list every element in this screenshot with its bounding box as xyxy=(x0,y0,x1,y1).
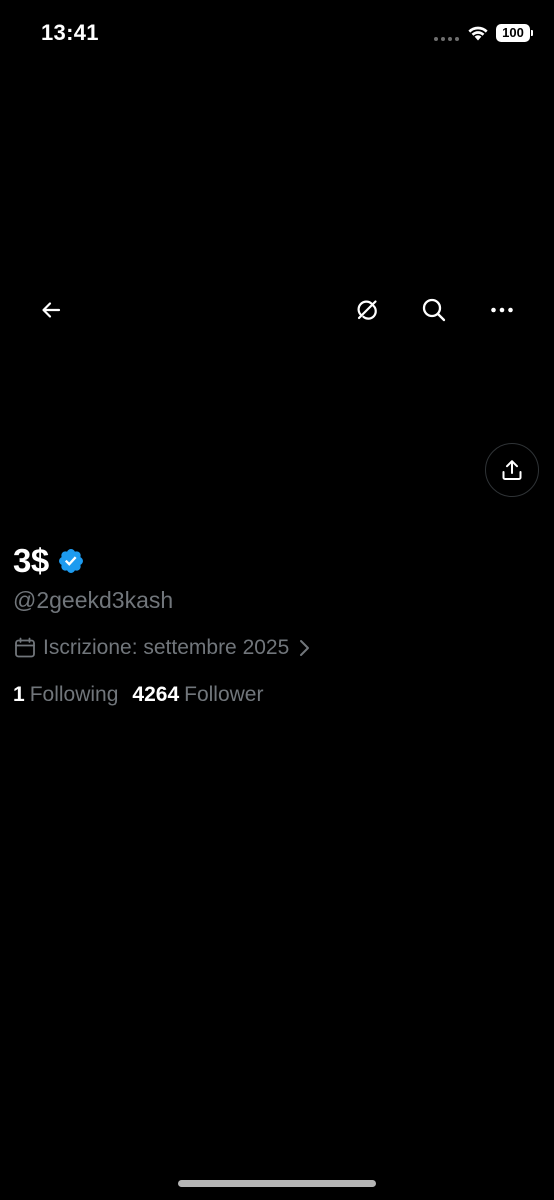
wifi-icon xyxy=(468,26,488,41)
status-time: 13:41 xyxy=(41,20,99,45)
display-name-row: 3$ xyxy=(13,542,85,580)
following-label: Following xyxy=(29,683,119,706)
chevron-right-icon xyxy=(300,640,310,656)
profile-handle: @2geekd3kash xyxy=(13,587,174,613)
share-button[interactable] xyxy=(485,443,539,497)
join-date-row[interactable]: Iscrizione: settembre 2025 xyxy=(13,636,313,660)
share-upload-icon xyxy=(502,460,522,480)
calendar-icon xyxy=(15,637,35,658)
followers-count: 4264 xyxy=(132,683,180,706)
cellular-signal-icon xyxy=(434,37,459,41)
followers-link[interactable]: 4264 Follower xyxy=(132,683,263,707)
following-link[interactable]: 1 Following xyxy=(13,683,118,707)
join-date-label: Iscrizione: settembre 2025 xyxy=(43,636,290,659)
display-name: 3$ xyxy=(13,542,49,579)
verified-badge-icon[interactable] xyxy=(57,547,85,575)
battery-indicator: 100 xyxy=(496,24,530,42)
status-bar: 13:41 100 xyxy=(0,0,554,70)
grok-button[interactable] xyxy=(345,288,389,332)
followers-label: Follower xyxy=(184,683,264,706)
home-indicator[interactable] xyxy=(178,1180,376,1187)
grok-icon xyxy=(357,300,377,320)
back-button[interactable] xyxy=(29,288,73,332)
search-icon xyxy=(422,298,446,322)
more-button[interactable] xyxy=(480,288,524,332)
search-button[interactable] xyxy=(412,288,456,332)
arrow-left-icon xyxy=(42,302,61,318)
following-count: 1 xyxy=(13,683,25,706)
follow-stats: 1 Following 4264 Follower xyxy=(13,683,277,707)
more-horizontal-icon xyxy=(491,307,513,313)
battery-tip xyxy=(531,30,533,36)
